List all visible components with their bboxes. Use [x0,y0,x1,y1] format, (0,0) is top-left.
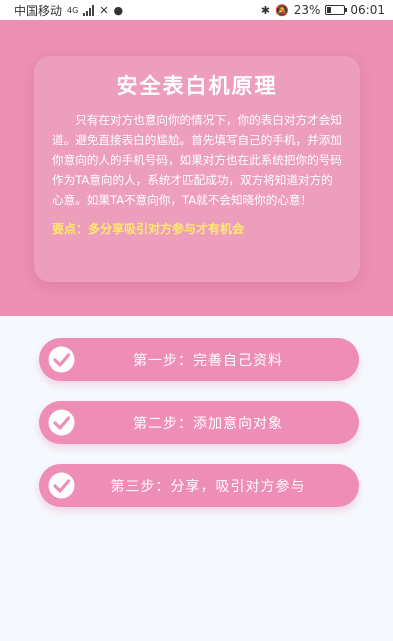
battery-icon [325,5,348,15]
bluetooth-icon: ✱ [260,3,271,17]
clock: 06:01 [350,3,385,17]
signal-icon [83,4,95,16]
network-type: 4G [67,5,79,15]
principle-card: 安全表白机原理 只有在对方也意向你的情况下，你的表白对方才会知道。避免直接表白的… [34,56,360,282]
status-left: 中国移动 4G ✕ ● [14,2,123,19]
notification-icon: ✕ [99,3,109,17]
battery-percent: 23% [293,3,321,17]
check-circle-icon [48,346,75,373]
check-circle-icon [48,409,75,436]
card-title: 安全表白机原理 [116,74,278,98]
carrier-name: 中国移动 [14,3,63,18]
steps-list: 第一步：完善自己资料 第二步：添加意向对象 第三步：分享，吸引对方参与 [39,338,359,527]
step-1-label: 第一步：完善自己资料 [133,352,283,369]
step-1-button[interactable]: 第一步：完善自己资料 [39,338,359,381]
message-icon: ● [113,3,124,17]
status-right: ✱ 🔕 23% 06:01 [261,3,385,17]
hero-banner: 安全表白机原理 只有在对方也意向你的情况下，你的表白对方才会知道。避免直接表白的… [0,20,393,316]
step-2-button[interactable]: 第二步：添加意向对象 [39,401,359,444]
check-circle-icon [48,472,75,499]
status-bar: 中国移动 4G ✕ ● ✱ 🔕 23% 06:01 [0,0,393,20]
card-description: 只有在对方也意向你的情况下，你的表白对方才会知道。避免直接表白的尴尬。首先填写自… [52,113,342,207]
step-3-label: 第三步：分享，吸引对方参与 [110,478,306,495]
step-3-button[interactable]: 第三步：分享，吸引对方参与 [39,464,359,507]
step-2-label: 第二步：添加意向对象 [133,415,283,432]
card-key-point: 要点：多分享吸引对方参与才有机会 [52,222,245,236]
mute-icon: 🔕 [275,3,289,17]
